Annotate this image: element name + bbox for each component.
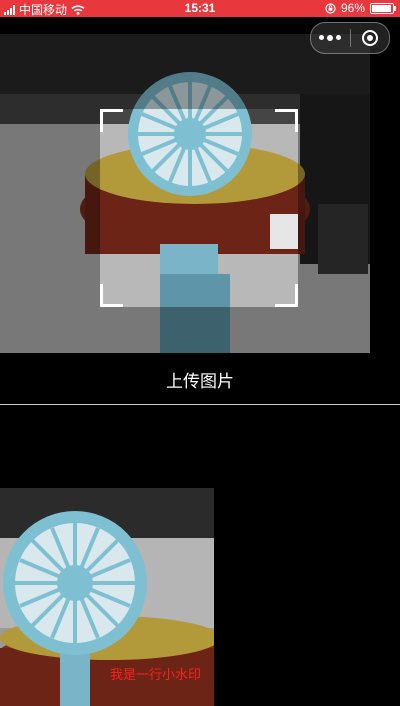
close-button[interactable] bbox=[351, 23, 390, 53]
crop-corner-top-left[interactable] bbox=[100, 109, 123, 132]
battery-percent: 96% bbox=[340, 1, 365, 15]
crop-corner-bottom-left[interactable] bbox=[100, 284, 123, 307]
preview-photo bbox=[0, 34, 370, 353]
more-dots-icon bbox=[319, 35, 342, 41]
crop-corner-top-right[interactable] bbox=[275, 109, 298, 132]
crop-corner-bottom-right[interactable] bbox=[275, 284, 298, 307]
battery-icon bbox=[370, 2, 396, 14]
crop-frame[interactable] bbox=[100, 109, 298, 307]
upload-image-button[interactable]: 上传图片 bbox=[0, 367, 400, 392]
orientation-lock-icon bbox=[325, 2, 336, 14]
status-right: 96% bbox=[325, 1, 396, 15]
capsule-menu bbox=[310, 22, 390, 54]
target-icon bbox=[361, 30, 378, 46]
watermark-text: 我是一行小水印 bbox=[110, 667, 202, 682]
more-button[interactable] bbox=[311, 23, 350, 53]
divider bbox=[0, 404, 400, 405]
status-bar: 中国移动 15:31 96% bbox=[0, 0, 400, 17]
